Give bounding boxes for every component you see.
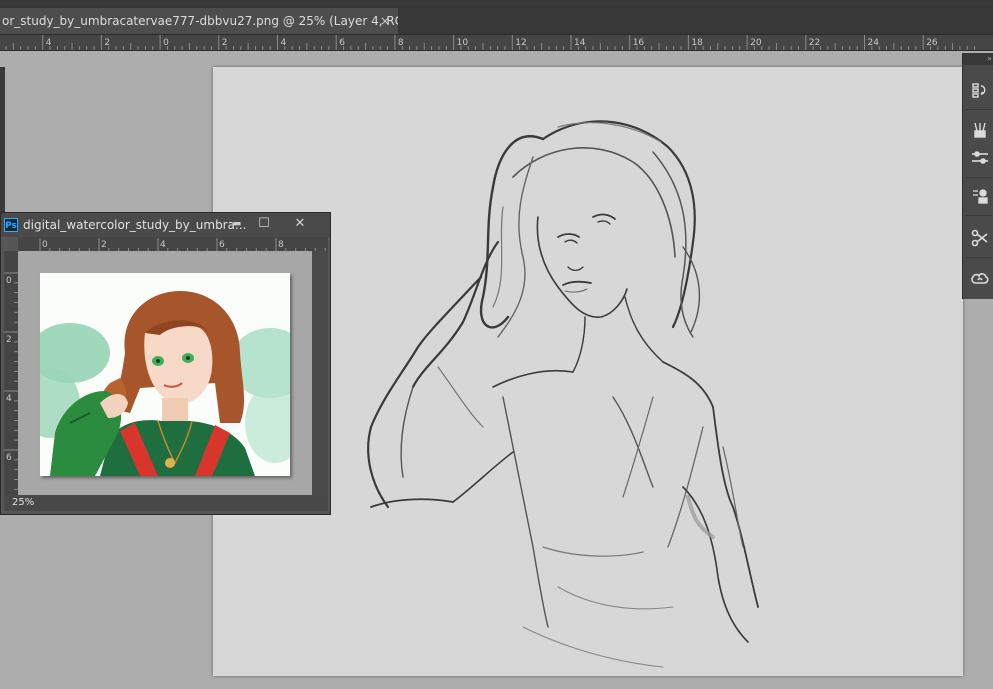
ruler-ticks: 64202468101214161820222426 <box>5 35 976 50</box>
navigator-ruler-label: 2 <box>6 335 12 345</box>
photoshop-logo-icon: Ps <box>4 218 18 232</box>
ruler-label: 24 <box>868 38 880 48</box>
dock-separator <box>966 109 992 110</box>
ruler-label: 16 <box>633 38 645 48</box>
creative-cloud-icon[interactable] <box>969 267 991 289</box>
ruler-label: 14 <box>574 38 586 48</box>
brush-presets-icon[interactable] <box>969 119 991 141</box>
document-tab-bar: or_study_by_umbracatervae777-dbbvu27.png… <box>0 6 993 35</box>
zoom-level-field[interactable]: 25% <box>12 496 48 510</box>
navigator-ruler-label: 2 <box>101 240 107 250</box>
document-tab-title: or_study_by_umbracatervae777-dbbvu27.png… <box>2 14 398 28</box>
navigator-horizontal-ruler: 0 2 4 6 8 <box>18 237 328 251</box>
adjustments-icon[interactable] <box>969 147 991 169</box>
clone-source-icon[interactable] <box>969 185 991 207</box>
navigator-ruler-label: 6 <box>6 453 12 463</box>
navigator-scrollbar[interactable] <box>312 251 328 495</box>
ruler-label: 22 <box>809 38 820 48</box>
dock-separator <box>966 215 992 216</box>
ruler-label: 10 <box>457 38 469 48</box>
ruler-label: 12 <box>515 38 526 48</box>
ruler-label: 0 <box>163 38 169 48</box>
ruler-label: 20 <box>750 38 762 48</box>
tool-presets-icon[interactable] <box>969 227 991 249</box>
close-window-button[interactable]: ✕ <box>289 213 311 237</box>
dock-separator <box>966 257 992 258</box>
document-tab[interactable]: or_study_by_umbracatervae777-dbbvu27.png… <box>0 8 398 34</box>
navigator-title: digital_watercolor_study_by_umbra... <box>23 218 247 232</box>
ruler-label: 4 <box>46 38 52 48</box>
navigator-ruler-label: 6 <box>219 240 225 250</box>
horizontal-ruler: 64202468101214161820222426 <box>0 35 993 51</box>
restore-button[interactable]: ☐ <box>253 213 275 237</box>
navigator-canvas[interactable] <box>18 251 312 495</box>
navigator-ruler-label: 4 <box>6 394 12 404</box>
minimize-button[interactable]: ▬ <box>226 213 248 237</box>
navigator-ruler-label: 0 <box>42 240 48 250</box>
ruler-label: 2 <box>104 38 110 48</box>
dock-expand-button[interactable]: » <box>963 53 993 65</box>
navigator-titlebar[interactable]: Ps digital_watercolor_study_by_umbra... … <box>1 213 330 237</box>
navigator-status-bar: 25% <box>4 495 328 511</box>
navigator-ruler-label: 8 <box>278 240 284 250</box>
navigator-window[interactable]: Ps digital_watercolor_study_by_umbra... … <box>0 212 331 515</box>
painting-thumbnail <box>40 273 290 476</box>
ruler-label: 6 <box>339 38 345 48</box>
navigator-ruler-label: 4 <box>160 240 166 250</box>
dock-separator <box>966 177 992 178</box>
navigator-vertical-ruler: 0 2 4 6 <box>4 251 18 495</box>
ruler-label: 18 <box>691 38 703 48</box>
ruler-label: 4 <box>281 38 287 48</box>
ruler-label: 26 <box>926 38 938 48</box>
history-icon[interactable] <box>969 79 991 101</box>
navigator-ruler-label: 0 <box>6 276 12 286</box>
panel-dock: » <box>962 53 993 299</box>
ruler-label: 2 <box>222 38 228 48</box>
close-tab-icon[interactable]: × <box>380 8 390 34</box>
ruler-label: 8 <box>398 38 404 48</box>
